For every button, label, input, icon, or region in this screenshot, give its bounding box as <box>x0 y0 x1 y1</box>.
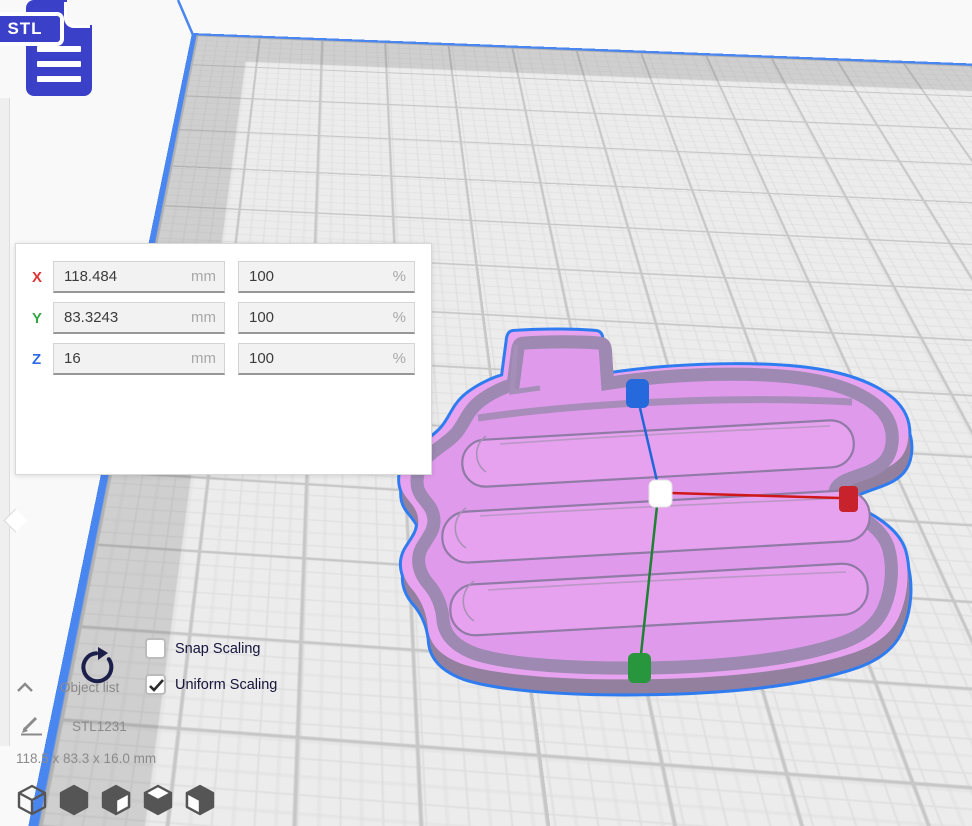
y-axis-label: Y <box>32 310 53 327</box>
x-mm-unit: mm <box>191 268 216 285</box>
scale-row-x: X mm % <box>32 261 431 293</box>
object-list-item[interactable]: STL1231 <box>20 716 127 736</box>
x-percent-unit: % <box>393 268 406 285</box>
cube-solid-icon <box>58 784 90 816</box>
z-axis-label: Z <box>32 351 53 368</box>
z-percent-input[interactable] <box>239 344 414 373</box>
z-percent-unit: % <box>393 350 406 367</box>
stl-badge: STL <box>0 12 64 46</box>
y-percent-unit: % <box>393 309 406 326</box>
x-percent-field-wrap: % <box>238 261 415 293</box>
view-top-button[interactable] <box>100 784 132 816</box>
stl-folded-corner <box>67 0 93 25</box>
scale-tool-panel: X mm % Y mm % Z mm <box>15 243 432 475</box>
x-mm-field-wrap: mm <box>53 261 225 293</box>
view-front-button[interactable] <box>58 784 90 816</box>
uniform-scaling-checkbox[interactable] <box>145 674 166 695</box>
y-mm-field-wrap: mm <box>53 302 225 334</box>
stl-file-icon: STL <box>6 0 92 98</box>
z-mm-unit: mm <box>191 350 216 367</box>
pencil-edit-icon <box>20 716 44 736</box>
chevron-up-icon <box>16 682 34 693</box>
y-percent-input[interactable] <box>239 303 414 332</box>
object-list-toggle[interactable]: Object list <box>16 680 119 695</box>
object-list-label: Object list <box>60 680 119 695</box>
object-name: STL1231 <box>72 719 127 734</box>
snap-scaling-label: Snap Scaling <box>175 641 260 657</box>
snap-scaling-checkbox[interactable] <box>145 638 166 659</box>
view-right-button[interactable] <box>184 784 216 816</box>
cube-left-face-icon <box>184 784 216 816</box>
cube-wireframe-icon <box>16 784 48 816</box>
view-3d-button[interactable] <box>16 784 48 816</box>
cube-right-face-icon <box>100 784 132 816</box>
cube-top-face-icon <box>142 784 174 816</box>
model-dimensions: 118.5 x 83.3 x 16.0 mm <box>16 751 156 766</box>
z-mm-field-wrap: mm <box>53 343 225 375</box>
x-percent-input[interactable] <box>239 262 414 291</box>
view-left-button[interactable] <box>142 784 174 816</box>
snap-scaling-row: Snap Scaling <box>145 638 260 659</box>
z-percent-field-wrap: % <box>238 343 415 375</box>
y-mm-unit: mm <box>191 309 216 326</box>
uniform-scaling-row: Uniform Scaling <box>145 674 277 695</box>
scale-row-y: Y mm % <box>32 302 431 334</box>
scale-row-z: Z mm % <box>32 343 431 375</box>
y-percent-field-wrap: % <box>238 302 415 334</box>
camera-view-buttons <box>16 784 216 816</box>
left-edge-strip <box>0 98 10 746</box>
uniform-scaling-label: Uniform Scaling <box>175 677 277 693</box>
x-axis-label: X <box>32 269 53 286</box>
